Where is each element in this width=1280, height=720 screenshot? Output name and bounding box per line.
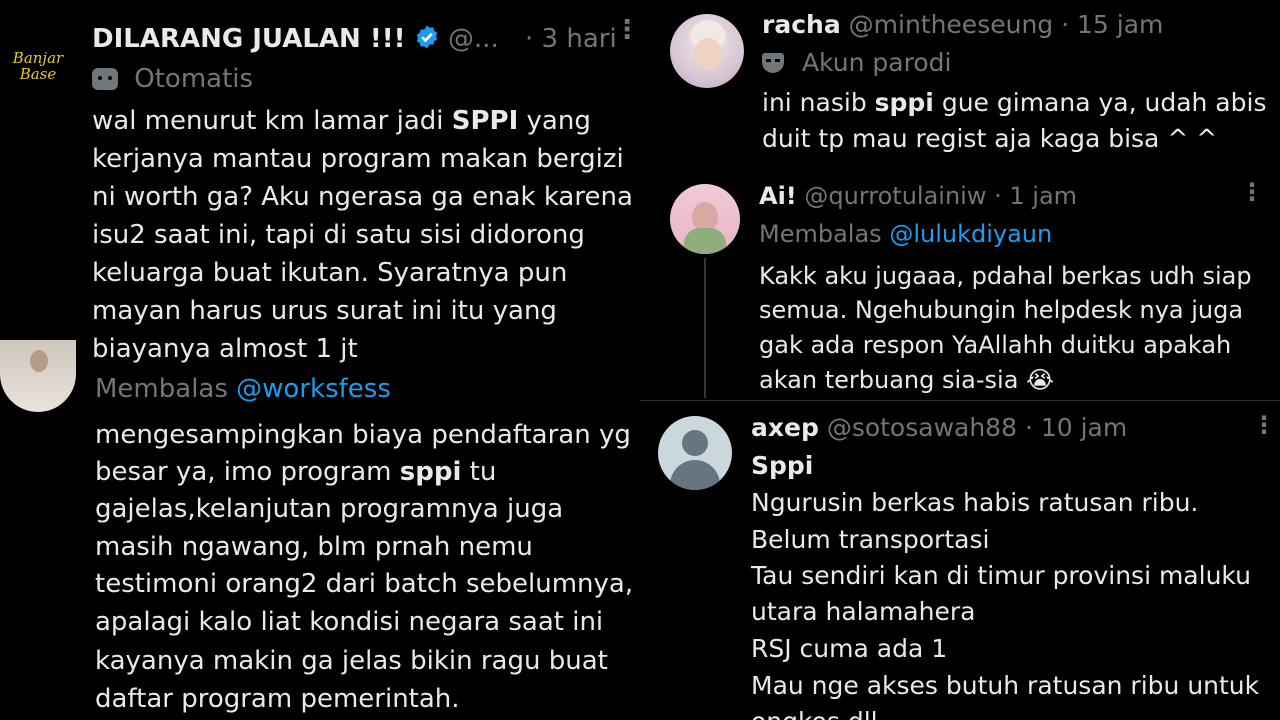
automated-label-text: Otomatis	[134, 64, 254, 94]
tweet-time[interactable]: · 1 jam	[994, 182, 1077, 210]
tweet-line: Belum transportasi	[751, 525, 990, 554]
tweet-line: Ngurusin berkas habis ratusan ribu.	[751, 488, 1199, 517]
tweet-keyword: SPPI	[451, 106, 519, 136]
tweet-line: RSJ cuma ada 1	[751, 634, 948, 663]
reply-line: mengesampingkan biaya pendaftaran yg	[95, 420, 631, 450]
mask-icon	[762, 53, 784, 73]
tweet-panel-right-mid: Ai! @qurrotulainiw · 1 jam ⋮ Membalas @l…	[650, 172, 1280, 398]
parody-label-text: Akun parodi	[801, 48, 952, 77]
author-handle[interactable]: @mintheeseung	[849, 10, 1054, 39]
verified-badge-icon	[414, 24, 440, 57]
reply-line: kayanya makin ga jelas bikin ragu buat	[95, 646, 608, 676]
automated-label: Otomatis	[92, 64, 253, 94]
tweet-text: gue gimana ya, udah abis	[933, 88, 1267, 117]
reply-line: testimoni orang2 dari batch sebelumnya,	[95, 569, 634, 599]
author-name[interactable]: Ai!	[759, 182, 797, 210]
author-avatar[interactable]	[670, 14, 744, 88]
author-name[interactable]: DILARANG JUALAN !!!	[92, 24, 405, 54]
more-options-icon[interactable]: ⋮	[1252, 413, 1276, 437]
parody-label: Akun parodi	[762, 48, 951, 77]
replying-label: Membalas	[95, 374, 228, 404]
author-handle[interactable]: @...	[448, 24, 499, 54]
tweet-line: akan terbuang sia-sia 😭	[759, 366, 1055, 394]
default-avatar[interactable]	[658, 416, 732, 490]
reply-line: besar ya, imo program sppi tu	[95, 457, 496, 487]
author-row: racha @mintheeseung · 15 jam	[762, 10, 1163, 39]
tweet-line: semua. Ngehubungin helpdesk nya juga	[759, 296, 1244, 324]
reply-line: daftar program pemerintah.	[95, 684, 460, 714]
tweet-text: yang	[518, 106, 591, 136]
author-row: axep @sotosawah88 · 10 jam	[751, 413, 1127, 442]
tweet-line: ongkos dll	[751, 707, 878, 720]
reply-line: masih ngawang, blm prnah nemu	[95, 532, 533, 562]
tweet-keyword: sppi	[874, 88, 934, 117]
more-options-icon[interactable]: ⋮	[1240, 180, 1264, 204]
tweet-panel-left: Banjar Base DILARANG JUALAN !!! @... · 3…	[0, 0, 640, 720]
tweet-line: duit tp mau regist aja kaga bisa ^ ^	[762, 124, 1218, 153]
tweet-panel-right-bottom: axep @sotosawah88 · 10 jam ⋮ Sppi Ngurus…	[640, 400, 1280, 720]
more-options-icon[interactable]: ⋮	[614, 17, 640, 43]
author-avatar[interactable]: Banjar Base	[2, 30, 74, 102]
reply-text: besar ya, imo program	[95, 457, 400, 487]
tweet-line: Tau sendiri kan di timur provinsi maluku	[751, 561, 1251, 590]
tweet-time[interactable]: · 10 jam	[1025, 413, 1127, 442]
tweet-line: Kakk aku jugaaa, pdahal berkas udh siap	[759, 262, 1252, 290]
tweet-time[interactable]: · 15 jam	[1061, 10, 1163, 39]
reply-line: gajelas,kelanjutan programnya juga	[95, 494, 564, 524]
tweet-line: Mau nge akses butuh ratusan ribu untuk	[751, 671, 1260, 700]
tweet-line: biayanya almost 1 jt	[92, 334, 358, 364]
tweet-line: isu2 saat ini, tapi di satu sisi didoron…	[92, 220, 585, 250]
replying-label: Membalas	[759, 220, 882, 248]
replying-to-link[interactable]: @lulukdiyaun	[889, 220, 1052, 248]
author-row: Ai! @qurrotulainiw · 1 jam	[759, 182, 1077, 210]
tweet-line: Sppi	[751, 451, 814, 480]
reply-line: apalagi kalo liat kondisi negara saat in…	[95, 607, 604, 637]
tweet-text: wal menurut km lamar jadi	[92, 106, 452, 136]
author-row: DILARANG JUALAN !!! @... · 3 hari	[92, 24, 617, 57]
author-name[interactable]: axep	[751, 413, 819, 442]
author-avatar[interactable]	[670, 184, 740, 254]
tweet-line: gak ada respon YaAllahh duitku apakah	[759, 331, 1232, 359]
replying-to-link[interactable]: @worksfess	[236, 374, 391, 404]
replying-to: Membalas @lulukdiyaun	[759, 220, 1052, 248]
author-name[interactable]: racha	[762, 10, 841, 39]
thread-line	[704, 258, 706, 398]
reply-avatar[interactable]	[0, 340, 76, 412]
tweet-line: kerjanya mantau program makan bergizi	[92, 144, 624, 174]
tweet-text: ini nasib	[762, 88, 875, 117]
author-handle[interactable]: @sotosawah88	[827, 413, 1017, 442]
replying-to: Membalas @worksfess	[95, 374, 391, 404]
tweet-line: ni worth ga? Aku ngerasa ga enak karena	[92, 182, 633, 212]
author-handle[interactable]: @qurrotulainiw	[804, 182, 986, 210]
tweet-line: mayan harus urus surat ini itu yang	[92, 296, 557, 326]
avatar-logo-text: Banjar Base	[12, 49, 64, 83]
tweet-panel-right-top: racha @mintheeseung · 15 jam Akun parodi…	[650, 0, 1280, 168]
tweet-line: ini nasib sppi gue gimana ya, udah abis	[762, 88, 1266, 117]
tweet-time[interactable]: · 3 hari	[525, 24, 617, 54]
reply-text: tu	[461, 457, 497, 487]
tweet-line: keluarga buat ikutan. Syaratnya pun	[92, 258, 568, 288]
robot-icon	[92, 68, 118, 90]
tweet-line: utara halamahera	[751, 597, 976, 626]
tweet-line: wal menurut km lamar jadi SPPI yang	[92, 106, 591, 136]
reply-keyword: sppi	[399, 457, 462, 487]
